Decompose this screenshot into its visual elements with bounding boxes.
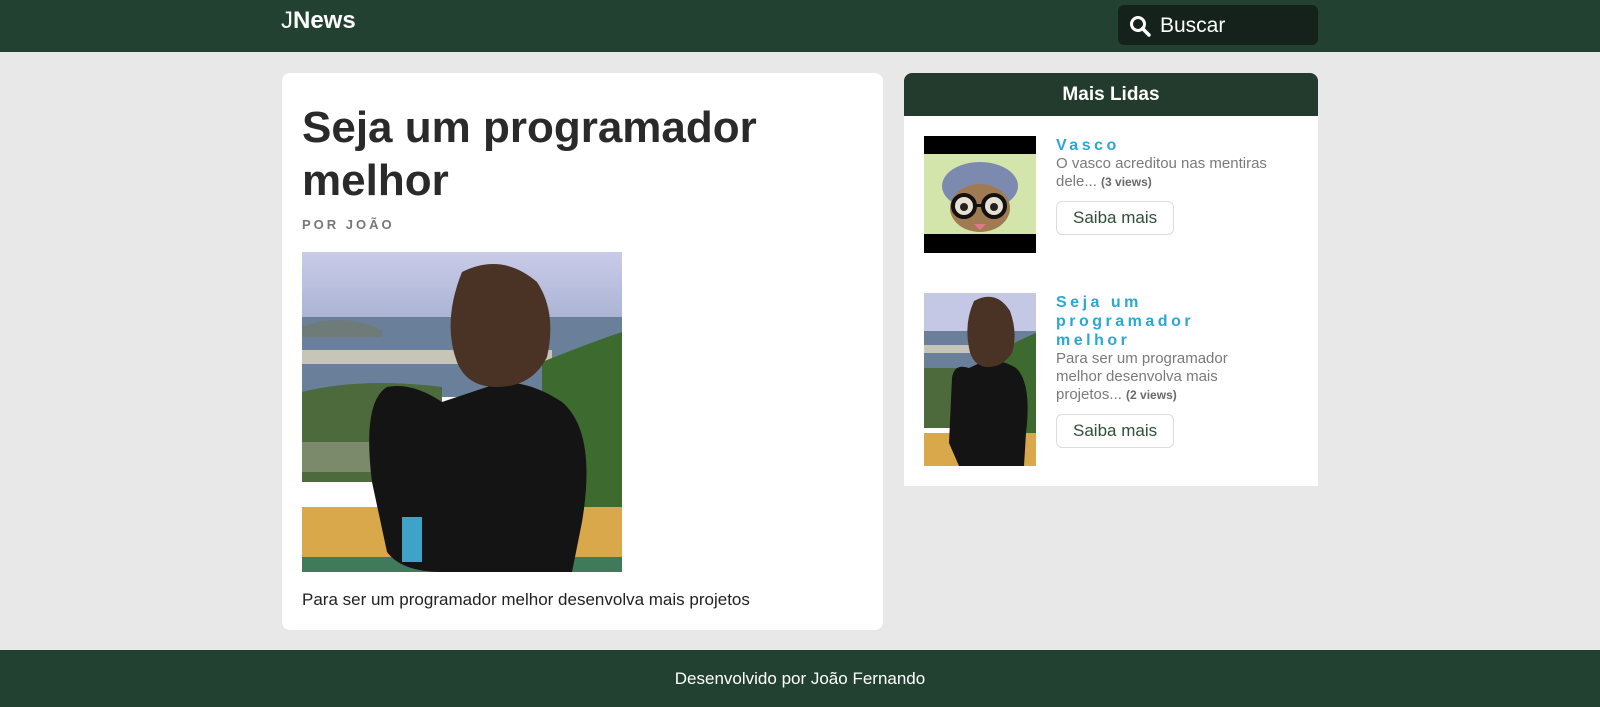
- item-views: (3 views): [1101, 175, 1152, 189]
- item-info: Vasco O vasco acreditou nas mentiras del…: [1056, 136, 1296, 235]
- page-footer: Desenvolvido por João Fernando: [0, 650, 1600, 707]
- site-logo[interactable]: JNews: [281, 6, 356, 36]
- article-thumbnail[interactable]: [924, 136, 1036, 253]
- logo-light-text: J: [281, 7, 293, 34]
- search-input[interactable]: [1158, 10, 1312, 42]
- item-views: (2 views): [1126, 388, 1177, 402]
- saiba-mais-button[interactable]: Saiba mais: [1056, 201, 1175, 235]
- sidebar-title: Mais Lidas: [904, 73, 1318, 116]
- most-read-item: Seja um programador melhor Para ser um p…: [924, 293, 1304, 468]
- logo-bold-text: News: [293, 7, 356, 34]
- article-byline: POR JOÃO: [302, 217, 395, 232]
- top-navbar: JNews: [0, 0, 1600, 52]
- search-box[interactable]: [1118, 5, 1318, 45]
- article-title: Seja um programador melhor: [302, 103, 757, 205]
- article-photo: [302, 252, 622, 572]
- search-icon[interactable]: [1129, 15, 1151, 37]
- item-description: O vasco acreditou nas mentiras dele... (…: [1056, 155, 1296, 191]
- item-title[interactable]: Seja um programador melhor: [1056, 293, 1226, 350]
- footer-credit: Desenvolvido por João Fernando: [674, 669, 926, 688]
- most-read-item: Vasco O vasco acreditou nas mentiras del…: [924, 136, 1304, 254]
- article-body: Para ser um programador melhor desenvolv…: [302, 590, 750, 609]
- saiba-mais-button[interactable]: Saiba mais: [1056, 414, 1175, 448]
- most-read-sidebar: Mais Lidas Vasco O vasco acreditou nas m…: [904, 73, 1318, 486]
- item-description: Para ser um programador melhor desenvolv…: [1056, 350, 1256, 404]
- item-info: Seja um programador melhor Para ser um p…: [1056, 293, 1296, 448]
- item-description-text: O vasco acreditou nas mentiras dele...: [1056, 155, 1267, 190]
- article-card: Seja um programador melhor POR JOÃO Para…: [282, 73, 883, 630]
- item-title[interactable]: Vasco: [1056, 136, 1296, 155]
- article-thumbnail[interactable]: [924, 293, 1036, 466]
